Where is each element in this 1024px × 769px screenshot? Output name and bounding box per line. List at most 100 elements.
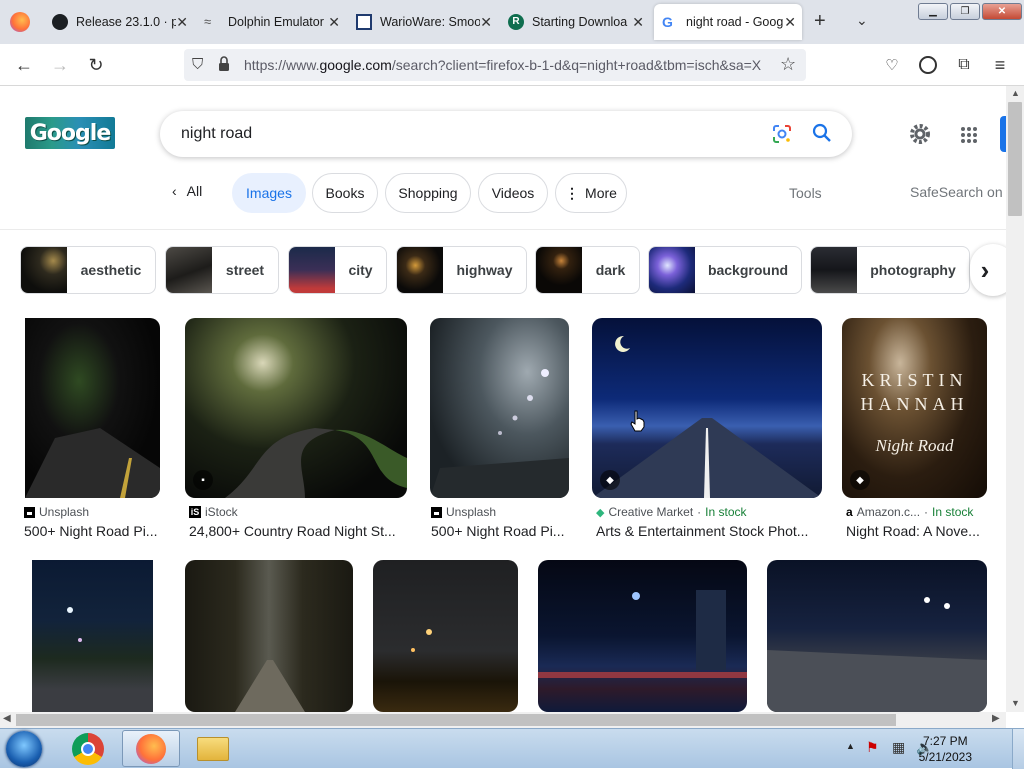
filter-all[interactable]: ‹ All	[172, 183, 202, 199]
close-icon[interactable]: ✕	[784, 14, 796, 31]
show-hidden-icons[interactable]: ▲	[846, 741, 855, 751]
search-input[interactable]: night road	[181, 125, 252, 143]
account-icon[interactable]	[916, 53, 940, 77]
result-image-10[interactable]	[767, 560, 987, 712]
start-button[interactable]	[6, 731, 42, 767]
result-source[interactable]: a Amazon.c... · In stock	[846, 505, 973, 519]
url-text[interactable]: https://www.google.com/search?client=fir…	[244, 57, 764, 73]
tab-dolphin[interactable]: ≈ Dolphin Emulator ✕	[196, 4, 346, 40]
result-image-9[interactable]	[538, 560, 747, 712]
filter-more[interactable]: ⋮ More	[555, 173, 627, 213]
show-desktop-button[interactable]	[1012, 729, 1024, 769]
tab-starting-download[interactable]: R Starting Downloa ✕	[500, 4, 650, 40]
filter-shopping[interactable]: Shopping	[385, 173, 471, 213]
new-tab-button[interactable]: +	[814, 10, 826, 33]
result-source[interactable]: iS iStock	[189, 505, 238, 519]
close-icon[interactable]: ✕	[480, 14, 492, 31]
reload-button[interactable]: ↻	[84, 53, 108, 77]
close-window-button[interactable]: ✕	[982, 3, 1022, 20]
filter-books[interactable]: Books	[312, 173, 378, 213]
chips-next-button[interactable]: ›	[970, 244, 1006, 296]
close-icon[interactable]: ✕	[176, 14, 188, 31]
chip-thumbnail	[289, 247, 335, 293]
firefox-menu-icon[interactable]	[10, 12, 30, 32]
filter-images[interactable]: Images	[232, 173, 306, 213]
r-site-icon: R	[508, 14, 524, 30]
vertical-scroll-thumb[interactable]	[1008, 102, 1022, 216]
result-image-1[interactable]	[25, 318, 160, 498]
chip-highway[interactable]: highway	[396, 246, 527, 294]
result-image-7[interactable]	[185, 560, 353, 712]
chip-label: photography	[870, 262, 956, 278]
result-source[interactable]: Unsplash	[431, 505, 496, 519]
clock-time: 7:27 PM	[922, 734, 968, 748]
tab-release[interactable]: Release 23.1.0 · pa ✕	[44, 4, 194, 40]
dolphin-icon: ≈	[204, 14, 212, 29]
close-icon[interactable]: ✕	[632, 14, 644, 31]
chip-photography[interactable]: photography	[810, 246, 970, 294]
restore-button[interactable]: ❐	[950, 3, 980, 20]
result-image-6[interactable]	[32, 560, 153, 712]
menu-icon[interactable]: ≡	[988, 53, 1012, 77]
result-source[interactable]: ◆ Creative Market · In stock	[596, 505, 747, 519]
file-explorer-icon[interactable]	[197, 737, 229, 761]
result-image-5[interactable]: KRISTIN HANNAH Night Road ◆	[842, 318, 987, 498]
result-source[interactable]: Unsplash	[24, 505, 89, 519]
horizontal-scroll-thumb[interactable]	[16, 714, 896, 726]
star-icon[interactable]: ☆	[780, 54, 796, 75]
result-image-4[interactable]: ◆	[592, 318, 822, 498]
result-image-2[interactable]: ▪	[185, 318, 407, 498]
scroll-right-arrow[interactable]: ▶	[992, 713, 1000, 724]
filter-videos[interactable]: Videos	[478, 173, 548, 213]
chip-dark[interactable]: dark	[535, 246, 640, 294]
chip-label: city	[348, 262, 373, 278]
scroll-down-arrow[interactable]: ▼	[1011, 698, 1020, 708]
result-caption[interactable]: Arts & Entertainment Stock Phot...	[596, 523, 821, 539]
tab-warioware[interactable]: WarioWare: Smoo ✕	[348, 4, 498, 40]
result-caption[interactable]: Night Road: A Nove...	[846, 523, 986, 539]
source-name: Amazon.c...	[856, 505, 921, 519]
search-icon[interactable]	[812, 123, 832, 143]
system-clock[interactable]: 7:27 PM 5/21/2023	[919, 733, 972, 765]
chip-street[interactable]: street	[165, 246, 279, 294]
extensions-icon[interactable]: ⧉	[952, 53, 976, 77]
chip-label: aesthetic	[80, 262, 142, 278]
amazon-icon: a	[846, 505, 853, 519]
chrome-taskbar-icon[interactable]	[72, 733, 104, 765]
chip-city[interactable]: city	[288, 246, 387, 294]
action-center-icon[interactable]: ⚑	[866, 739, 879, 756]
chip-aesthetic[interactable]: aesthetic	[20, 246, 156, 294]
result-caption[interactable]: 500+ Night Road Pi...	[431, 523, 571, 539]
chip-background[interactable]: background	[648, 246, 802, 294]
chip-thumbnail	[397, 247, 443, 293]
safesearch-button[interactable]: SafeSearch on	[910, 184, 1003, 200]
google-doodle-logo[interactable]: Google	[25, 117, 115, 149]
lens-icon[interactable]	[772, 124, 792, 144]
scroll-up-arrow[interactable]: ▲	[1011, 88, 1020, 98]
firefox-taskbar-button[interactable]	[122, 730, 180, 767]
result-caption[interactable]: 500+ Night Road Pi...	[24, 523, 164, 539]
tab-google-images[interactable]: G night road - Goog ✕	[654, 4, 802, 40]
list-tabs-button[interactable]: ⌄	[856, 12, 868, 29]
tools-button[interactable]: Tools	[789, 185, 822, 201]
gear-icon[interactable]	[908, 122, 932, 146]
scroll-left-arrow[interactable]: ◀	[3, 713, 11, 724]
window-controls: ▁ ❐ ✕	[918, 3, 1022, 20]
apps-grid-icon[interactable]	[960, 126, 978, 144]
filter-all-label: All	[186, 183, 203, 199]
minimize-button[interactable]: ▁	[918, 3, 948, 20]
result-image-3[interactable]	[430, 318, 569, 498]
network-icon[interactable]: ▦	[892, 739, 905, 756]
address-bar[interactable]: ⛉ https://www.google.com/search?client=f…	[184, 49, 806, 81]
forward-button[interactable]: →	[48, 53, 72, 77]
close-icon[interactable]: ✕	[328, 14, 340, 31]
lock-icon[interactable]	[218, 55, 230, 73]
result-caption[interactable]: 24,800+ Country Road Night St...	[189, 523, 409, 539]
back-button[interactable]: ←	[12, 53, 36, 77]
search-box[interactable]: night road	[160, 111, 852, 157]
result-image-8[interactable]	[373, 560, 518, 712]
shield-icon[interactable]: ⛉	[192, 56, 203, 73]
pocket-icon[interactable]: ♡	[880, 53, 904, 77]
horizontal-scrollbar[interactable]: ◀ ▶	[0, 712, 1006, 728]
vertical-scrollbar[interactable]: ▲ ▼	[1006, 86, 1024, 712]
